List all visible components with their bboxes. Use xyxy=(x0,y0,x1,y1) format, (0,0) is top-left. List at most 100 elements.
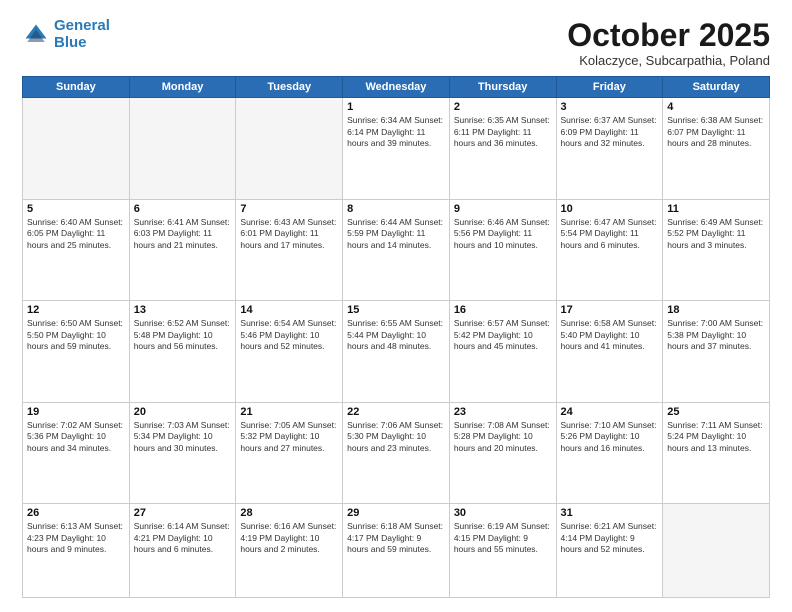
day-cell: 6 Sunrise: 6:41 AM Sunset: 6:03 PM Daylig… xyxy=(129,199,236,301)
day-cell: 3Sunrise: 6:37 AM Sunset: 6:09 PM Daylig… xyxy=(556,98,663,200)
day-cell: 4 Sunrise: 6:38 AM Sunset: 6:07 PM Daylig… xyxy=(663,98,770,200)
day-number: 29 xyxy=(347,507,445,519)
day-info: Sunrise: 7:05 AM Sunset: 5:32 PM Dayligh… xyxy=(240,420,338,454)
day-info: Sunrise: 6:58 AM Sunset: 5:40 PM Dayligh… xyxy=(561,318,659,352)
day-info: Sunrise: 6:38 AM Sunset: 6:07 PM Dayligh… xyxy=(667,115,765,149)
day-number: 27 xyxy=(134,507,232,519)
day-cell: 22Sunrise: 7:06 AM Sunset: 5:30 PM Dayli… xyxy=(343,402,450,504)
day-info: Sunrise: 6:43 AM Sunset: 6:01 PM Dayligh… xyxy=(240,217,338,251)
day-number: 17 xyxy=(561,304,659,316)
day-info: Sunrise: 6:40 AM Sunset: 6:05 PM Dayligh… xyxy=(27,217,125,251)
day-cell: 23 Sunrise: 7:08 AM Sunset: 5:28 PM Dayli… xyxy=(449,402,556,504)
day-info: Sunrise: 6:57 AM Sunset: 5:42 PM Dayligh… xyxy=(454,318,552,352)
day-cell xyxy=(663,504,770,598)
week-row-3: 12Sunrise: 6:50 AM Sunset: 5:50 PM Dayli… xyxy=(23,301,770,403)
day-number: 30 xyxy=(454,507,552,519)
day-cell: 31 Sunrise: 6:21 AM Sunset: 4:14 PM Dayli… xyxy=(556,504,663,598)
day-info: Sunrise: 6:55 AM Sunset: 5:44 PM Dayligh… xyxy=(347,318,445,352)
col-tuesday: Tuesday xyxy=(236,77,343,98)
day-number: 21 xyxy=(240,406,338,418)
day-number: 3 xyxy=(561,101,659,113)
day-info: Sunrise: 6:34 AM Sunset: 6:14 PM Dayligh… xyxy=(347,115,445,149)
day-cell: 18Sunrise: 7:00 AM Sunset: 5:38 PM Dayli… xyxy=(663,301,770,403)
day-cell: 29 Sunrise: 6:18 AM Sunset: 4:17 PM Dayli… xyxy=(343,504,450,598)
day-info: Sunrise: 7:03 AM Sunset: 5:34 PM Dayligh… xyxy=(134,420,232,454)
day-cell: 21 Sunrise: 7:05 AM Sunset: 5:32 PM Dayli… xyxy=(236,402,343,504)
day-cell: 28 Sunrise: 6:16 AM Sunset: 4:19 PM Dayli… xyxy=(236,504,343,598)
day-cell: 1 Sunrise: 6:34 AM Sunset: 6:14 PM Daylig… xyxy=(343,98,450,200)
day-number: 14 xyxy=(240,304,338,316)
logo-line2: Blue xyxy=(54,34,87,51)
day-number: 18 xyxy=(667,304,765,316)
col-friday: Friday xyxy=(556,77,663,98)
day-info: Sunrise: 7:06 AM Sunset: 5:30 PM Dayligh… xyxy=(347,420,445,454)
day-info: Sunrise: 6:21 AM Sunset: 4:14 PM Dayligh… xyxy=(561,521,659,555)
day-info: Sunrise: 6:47 AM Sunset: 5:54 PM Dayligh… xyxy=(561,217,659,251)
day-info: Sunrise: 6:35 AM Sunset: 6:11 PM Dayligh… xyxy=(454,115,552,149)
month-title: October 2025 xyxy=(567,18,770,53)
day-number: 24 xyxy=(561,406,659,418)
day-number: 7 xyxy=(240,203,338,215)
day-info: Sunrise: 6:18 AM Sunset: 4:17 PM Dayligh… xyxy=(347,521,445,555)
day-cell: 13 Sunrise: 6:52 AM Sunset: 5:48 PM Dayli… xyxy=(129,301,236,403)
day-cell: 25Sunrise: 7:11 AM Sunset: 5:24 PM Dayli… xyxy=(663,402,770,504)
day-number: 16 xyxy=(454,304,552,316)
day-cell: 20 Sunrise: 7:03 AM Sunset: 5:34 PM Dayli… xyxy=(129,402,236,504)
day-info: Sunrise: 6:46 AM Sunset: 5:56 PM Dayligh… xyxy=(454,217,552,251)
logo-line1: General xyxy=(54,17,110,34)
day-number: 26 xyxy=(27,507,125,519)
day-number: 23 xyxy=(454,406,552,418)
week-row-5: 26Sunrise: 6:13 AM Sunset: 4:23 PM Dayli… xyxy=(23,504,770,598)
calendar-table: Sunday Monday Tuesday Wednesday Thursday… xyxy=(22,76,770,598)
day-info: Sunrise: 6:52 AM Sunset: 5:48 PM Dayligh… xyxy=(134,318,232,352)
day-cell: 5 Sunrise: 6:40 AM Sunset: 6:05 PM Daylig… xyxy=(23,199,130,301)
logo-text: General Blue xyxy=(54,18,110,51)
day-cell: 30 Sunrise: 6:19 AM Sunset: 4:15 PM Dayli… xyxy=(449,504,556,598)
day-number: 31 xyxy=(561,507,659,519)
day-number: 28 xyxy=(240,507,338,519)
header: General Blue October 2025 Kolaczyce, Sub… xyxy=(22,18,770,68)
day-info: Sunrise: 6:19 AM Sunset: 4:15 PM Dayligh… xyxy=(454,521,552,555)
day-number: 8 xyxy=(347,203,445,215)
day-number: 13 xyxy=(134,304,232,316)
day-info: Sunrise: 6:44 AM Sunset: 5:59 PM Dayligh… xyxy=(347,217,445,251)
day-number: 9 xyxy=(454,203,552,215)
day-number: 1 xyxy=(347,101,445,113)
day-cell: 24Sunrise: 7:10 AM Sunset: 5:26 PM Dayli… xyxy=(556,402,663,504)
col-sunday: Sunday xyxy=(23,77,130,98)
day-info: Sunrise: 6:16 AM Sunset: 4:19 PM Dayligh… xyxy=(240,521,338,555)
day-number: 11 xyxy=(667,203,765,215)
day-number: 5 xyxy=(27,203,125,215)
day-number: 20 xyxy=(134,406,232,418)
week-row-4: 19 Sunrise: 7:02 AM Sunset: 5:36 PM Dayli… xyxy=(23,402,770,504)
day-number: 19 xyxy=(27,406,125,418)
day-cell xyxy=(236,98,343,200)
day-cell: 2 Sunrise: 6:35 AM Sunset: 6:11 PM Daylig… xyxy=(449,98,556,200)
day-number: 12 xyxy=(27,304,125,316)
day-cell: 27Sunrise: 6:14 AM Sunset: 4:21 PM Dayli… xyxy=(129,504,236,598)
day-info: Sunrise: 6:49 AM Sunset: 5:52 PM Dayligh… xyxy=(667,217,765,251)
logo-icon xyxy=(22,21,50,49)
day-cell: 26Sunrise: 6:13 AM Sunset: 4:23 PM Dayli… xyxy=(23,504,130,598)
day-cell: 9 Sunrise: 6:46 AM Sunset: 5:56 PM Daylig… xyxy=(449,199,556,301)
day-info: Sunrise: 6:41 AM Sunset: 6:03 PM Dayligh… xyxy=(134,217,232,251)
location-subtitle: Kolaczyce, Subcarpathia, Poland xyxy=(567,53,770,68)
day-info: Sunrise: 7:02 AM Sunset: 5:36 PM Dayligh… xyxy=(27,420,125,454)
day-info: Sunrise: 6:54 AM Sunset: 5:46 PM Dayligh… xyxy=(240,318,338,352)
logo: General Blue xyxy=(22,18,110,51)
day-number: 2 xyxy=(454,101,552,113)
col-wednesday: Wednesday xyxy=(343,77,450,98)
day-number: 6 xyxy=(134,203,232,215)
day-cell: 15Sunrise: 6:55 AM Sunset: 5:44 PM Dayli… xyxy=(343,301,450,403)
day-cell: 11 Sunrise: 6:49 AM Sunset: 5:52 PM Dayli… xyxy=(663,199,770,301)
day-info: Sunrise: 7:11 AM Sunset: 5:24 PM Dayligh… xyxy=(667,420,765,454)
week-row-1: 1 Sunrise: 6:34 AM Sunset: 6:14 PM Daylig… xyxy=(23,98,770,200)
page: General Blue October 2025 Kolaczyce, Sub… xyxy=(0,0,792,612)
day-cell: 17 Sunrise: 6:58 AM Sunset: 5:40 PM Dayli… xyxy=(556,301,663,403)
day-cell xyxy=(23,98,130,200)
week-row-2: 5 Sunrise: 6:40 AM Sunset: 6:05 PM Daylig… xyxy=(23,199,770,301)
day-cell: 14 Sunrise: 6:54 AM Sunset: 5:46 PM Dayli… xyxy=(236,301,343,403)
col-saturday: Saturday xyxy=(663,77,770,98)
day-number: 4 xyxy=(667,101,765,113)
day-info: Sunrise: 7:08 AM Sunset: 5:28 PM Dayligh… xyxy=(454,420,552,454)
